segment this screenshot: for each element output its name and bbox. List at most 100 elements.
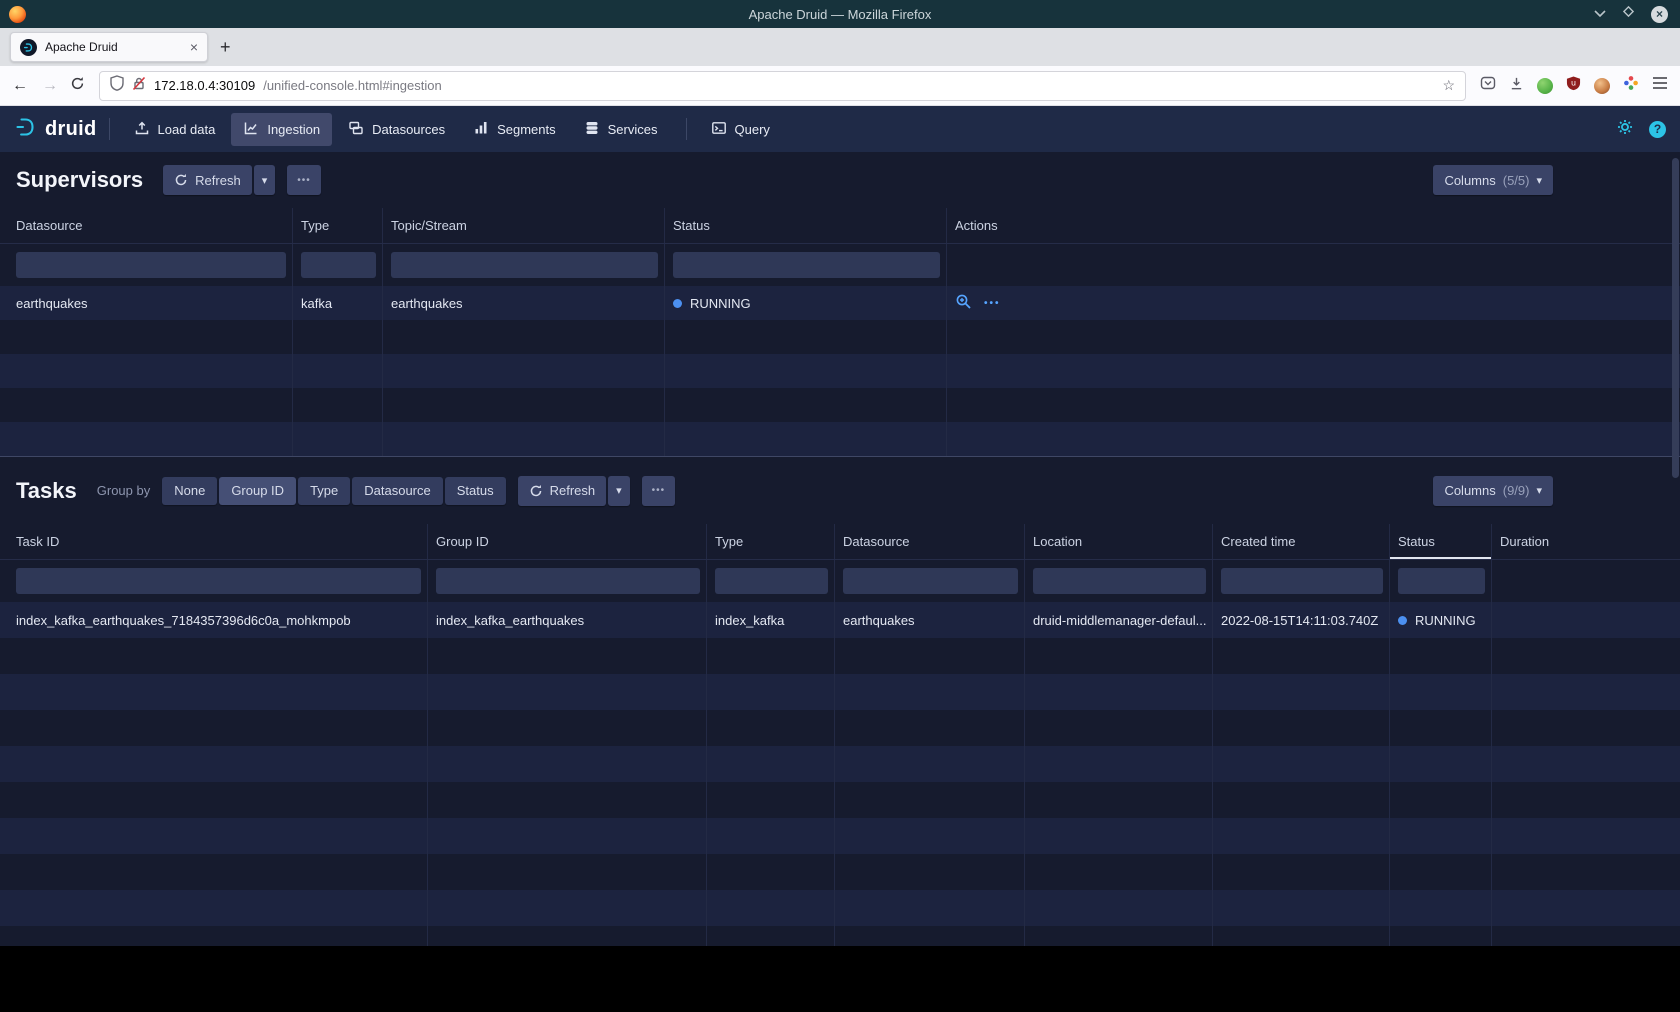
svg-text:u: u: [1571, 79, 1576, 88]
help-icon[interactable]: ?: [1649, 121, 1666, 138]
nav-label: Services: [608, 122, 658, 137]
chevron-down-icon: ▾: [616, 484, 622, 497]
group-by-none-button[interactable]: None: [162, 477, 217, 505]
tab-bar: Apache Druid × +: [0, 28, 1680, 66]
supervisors-columns-button[interactable]: Columns (5/5) ▾: [1433, 165, 1553, 195]
supervisor-actions: •••: [947, 286, 1680, 320]
supervisors-filter-datasource[interactable]: [16, 252, 286, 278]
browser-tab[interactable]: Apache Druid ×: [10, 32, 208, 62]
supervisors-filter-status[interactable]: [673, 252, 940, 278]
forward-icon[interactable]: →: [40, 77, 60, 95]
group-by-status-button[interactable]: Status: [445, 477, 506, 505]
col-header-status[interactable]: Status: [1390, 524, 1492, 559]
tasks-filter-location[interactable]: [1033, 568, 1206, 594]
table-row-empty: [0, 388, 1680, 422]
window-controls: ×: [1594, 5, 1668, 23]
table-row-empty: [0, 818, 1680, 854]
status-text: RUNNING: [1415, 613, 1476, 628]
tracking-shield-icon[interactable]: [110, 75, 124, 96]
extension-icon-green[interactable]: [1537, 78, 1553, 94]
col-header-duration[interactable]: Duration: [1492, 524, 1680, 559]
back-icon[interactable]: ←: [10, 77, 30, 95]
col-header-group-id[interactable]: Group ID: [428, 524, 707, 559]
col-header-created-time[interactable]: Created time: [1213, 524, 1390, 559]
tasks-filter-datasource[interactable]: [843, 568, 1018, 594]
table-row-empty: [0, 926, 1680, 946]
settings-gear-icon[interactable]: [1616, 118, 1634, 141]
nav-item-load-data[interactable]: Load data: [122, 113, 228, 146]
url-path: /unified-console.html#ingestion: [263, 78, 442, 93]
menu-icon[interactable]: [1652, 76, 1668, 95]
col-header-type[interactable]: Type: [293, 208, 383, 243]
nav-item-segments[interactable]: Segments: [461, 113, 568, 146]
tasks-refresh-group: Refresh ▾: [518, 476, 630, 506]
tasks-refresh-caret[interactable]: ▾: [608, 476, 630, 506]
col-header-datasource[interactable]: Datasource: [835, 524, 1025, 559]
tasks-more-button[interactable]: •••: [642, 476, 676, 506]
status-dot: [673, 299, 682, 308]
col-header-location[interactable]: Location: [1025, 524, 1213, 559]
supervisors-refresh-caret[interactable]: ▾: [254, 165, 276, 195]
tab-close-icon[interactable]: ×: [190, 39, 198, 55]
group-by-label: Group by: [97, 483, 150, 498]
chevron-down-icon: ▾: [1536, 174, 1542, 187]
druid-brand[interactable]: druid: [14, 115, 97, 144]
url-bar[interactable]: 172.18.0.4:30109 /unified-console.html#i…: [99, 71, 1466, 101]
supervisors-filter-topic-stream[interactable]: [391, 252, 658, 278]
group-by-datasource-button[interactable]: Datasource: [352, 477, 442, 505]
task-id: index_kafka_earthquakes_7184357396d6c0a_…: [0, 602, 428, 638]
col-header-status[interactable]: Status: [665, 208, 947, 243]
task-row[interactable]: index_kafka_earthquakes_7184357396d6c0a_…: [0, 602, 1680, 638]
nav-item-datasources[interactable]: Datasources: [336, 113, 457, 146]
col-header-task-id[interactable]: Task ID: [0, 524, 428, 559]
segments-icon: [473, 120, 489, 139]
col-header-type[interactable]: Type: [707, 524, 835, 559]
window-close-icon[interactable]: ×: [1651, 6, 1668, 23]
table-row-empty: [0, 638, 1680, 674]
refresh-label: Refresh: [195, 173, 241, 188]
supervisors-table-body: earthquakes kafka earthquakes RUNNING ••…: [0, 286, 1680, 456]
group-by-type-button[interactable]: Type: [298, 477, 350, 505]
header-divider: [109, 118, 110, 140]
tasks-filter-type[interactable]: [715, 568, 828, 594]
downloads-icon[interactable]: [1509, 76, 1524, 96]
tasks-header: Tasks Group by None Group ID Type Dataso…: [0, 456, 1680, 524]
ublock-origin-icon[interactable]: u: [1566, 75, 1581, 96]
window-shade-icon[interactable]: [1594, 5, 1606, 23]
supervisors-more-button[interactable]: •••: [287, 165, 321, 195]
page-scrollbar[interactable]: [1672, 158, 1679, 478]
col-header-actions: Actions: [947, 208, 1680, 243]
row-more-icon[interactable]: •••: [984, 298, 1001, 309]
tasks-table-body: index_kafka_earthquakes_7184357396d6c0a_…: [0, 602, 1680, 946]
supervisors-refresh-button[interactable]: Refresh: [163, 165, 252, 195]
window-maximize-icon[interactable]: [1622, 5, 1635, 23]
tasks-filter-status[interactable]: [1398, 568, 1485, 594]
tasks-filter-task-id[interactable]: [16, 568, 421, 594]
tasks-filter-created-time[interactable]: [1221, 568, 1383, 594]
pocket-icon[interactable]: [1480, 75, 1496, 96]
new-tab-button[interactable]: +: [220, 37, 231, 58]
col-header-topic-stream[interactable]: Topic/Stream: [383, 208, 665, 243]
status-text: RUNNING: [690, 296, 751, 311]
bookmark-star-icon[interactable]: ☆: [1442, 77, 1455, 94]
zoom-in-icon[interactable]: [955, 293, 972, 313]
insecure-lock-icon[interactable]: [132, 76, 146, 96]
col-header-datasource[interactable]: Datasource: [0, 208, 293, 243]
tasks-filter-group-id[interactable]: [436, 568, 700, 594]
tasks-columns-button[interactable]: Columns (9/9) ▾: [1433, 476, 1553, 506]
group-by-group-id-button[interactable]: Group ID: [219, 477, 296, 505]
load-data-icon: [134, 120, 150, 139]
reload-icon[interactable]: [70, 76, 85, 96]
task-created-time: 2022-08-15T14:11:03.740Z: [1213, 602, 1390, 638]
task-type: index_kafka: [707, 602, 835, 638]
nav-item-ingestion[interactable]: Ingestion: [231, 113, 332, 146]
supervisor-row[interactable]: earthquakes kafka earthquakes RUNNING ••…: [0, 286, 1680, 320]
nav-item-query[interactable]: Query: [699, 113, 782, 146]
tasks-refresh-button[interactable]: Refresh: [518, 476, 607, 506]
extension-pinwheel-icon[interactable]: [1623, 75, 1639, 96]
nav-item-services[interactable]: Services: [572, 113, 670, 146]
supervisor-status: RUNNING: [665, 286, 947, 320]
extension-avatar-icon[interactable]: [1594, 78, 1610, 94]
supervisors-header: Supervisors Refresh ▾ ••• Columns (5/5) …: [0, 152, 1680, 208]
supervisors-filter-type[interactable]: [301, 252, 376, 278]
